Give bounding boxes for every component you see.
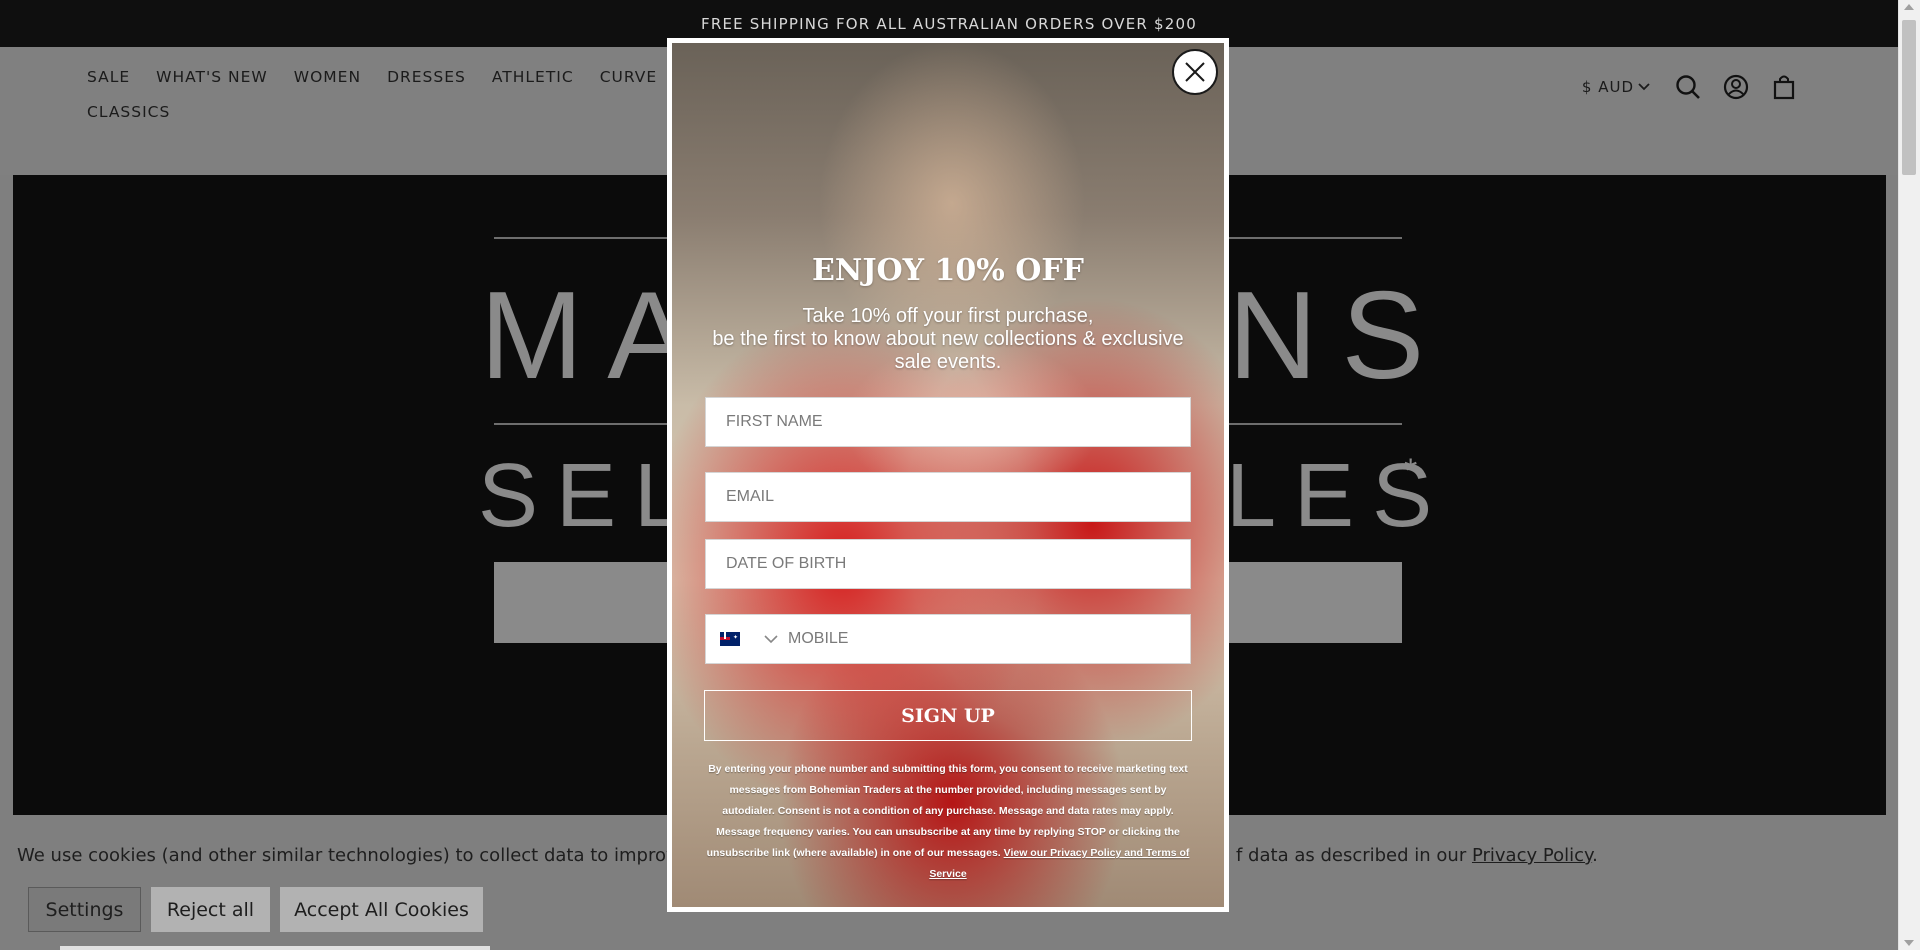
- nav-item-women[interactable]: WOMEN: [294, 59, 361, 94]
- popup-subtitle: Take 10% off your first purchase, be the…: [702, 305, 1194, 374]
- search-icon[interactable]: [1674, 73, 1702, 101]
- cart-icon[interactable]: [1770, 73, 1798, 101]
- privacy-policy-link[interactable]: Privacy Policy: [1472, 845, 1592, 866]
- currency-selector[interactable]: $ AUD: [1582, 78, 1650, 96]
- hero-heading-right: NS: [1228, 267, 1449, 405]
- account-icon[interactable]: [1722, 73, 1750, 101]
- currency-label: $ AUD: [1581, 78, 1634, 96]
- nav-item-dresses[interactable]: DRESSES: [387, 59, 466, 94]
- consent-legal-text: By entering your phone number and submit…: [706, 759, 1190, 885]
- first-name-field[interactable]: [705, 397, 1191, 447]
- chevron-down-icon: [1638, 83, 1650, 91]
- cookie-text-right-label: f data as described in our: [1236, 845, 1467, 866]
- close-icon: [1185, 62, 1205, 82]
- scroll-up-arrow-icon[interactable]: [1904, 4, 1914, 10]
- cookie-reject-button[interactable]: Reject all: [151, 887, 270, 932]
- sign-up-button[interactable]: SIGN UP: [704, 690, 1192, 741]
- cookie-period: .: [1592, 845, 1598, 866]
- popup-subtitle-line2: be the first to know about new collectio…: [712, 328, 1184, 373]
- nav-item-athletic[interactable]: ATHLETIC: [492, 59, 574, 94]
- close-button[interactable]: [1172, 49, 1218, 95]
- popup-subtitle-line1: Take 10% off your first purchase,: [802, 305, 1094, 327]
- hero-asterisk: *: [1404, 452, 1418, 490]
- signup-popup: ENJOY 10% OFF Take 10% off your first pu…: [667, 38, 1229, 912]
- consent-text: By entering your phone number and submit…: [706, 763, 1188, 859]
- cookie-settings-button[interactable]: Settings: [28, 887, 141, 932]
- announcement-text: FREE SHIPPING FOR ALL AUSTRALIAN ORDERS …: [701, 14, 1197, 33]
- header-actions: $ AUD: [1582, 73, 1798, 101]
- nav-item-curve[interactable]: CURVE: [600, 59, 658, 94]
- cookie-text-right: f data as described in our Privacy Polic…: [1236, 845, 1598, 866]
- scrollbar-thumb[interactable]: [1902, 20, 1916, 175]
- cookie-accept-button[interactable]: Accept All Cookies: [280, 887, 483, 932]
- australia-flag-icon[interactable]: ✦: [720, 632, 740, 646]
- nav-item-classics[interactable]: CLASSICS: [87, 94, 170, 129]
- popup-background-image: ENJOY 10% OFF Take 10% off your first pu…: [672, 43, 1224, 907]
- main-nav: SALE WHAT'S NEW WOMEN DRESSES ATHLETIC C…: [87, 59, 687, 129]
- nav-item-sale[interactable]: SALE: [87, 59, 130, 94]
- popup-title: ENJOY 10% OFF: [812, 253, 1084, 288]
- scroll-down-arrow-icon[interactable]: [1904, 940, 1914, 946]
- country-chevron-down-icon[interactable]: [764, 634, 778, 644]
- page-scrollbar[interactable]: [1898, 0, 1920, 950]
- mobile-field[interactable]: ✦: [705, 614, 1191, 664]
- email-field[interactable]: [705, 472, 1191, 522]
- cookie-bottom-strip: [60, 946, 490, 950]
- nav-item-whats-new[interactable]: WHAT'S NEW: [156, 59, 268, 94]
- date-of-birth-field[interactable]: [705, 539, 1191, 589]
- mobile-input[interactable]: [788, 630, 1168, 648]
